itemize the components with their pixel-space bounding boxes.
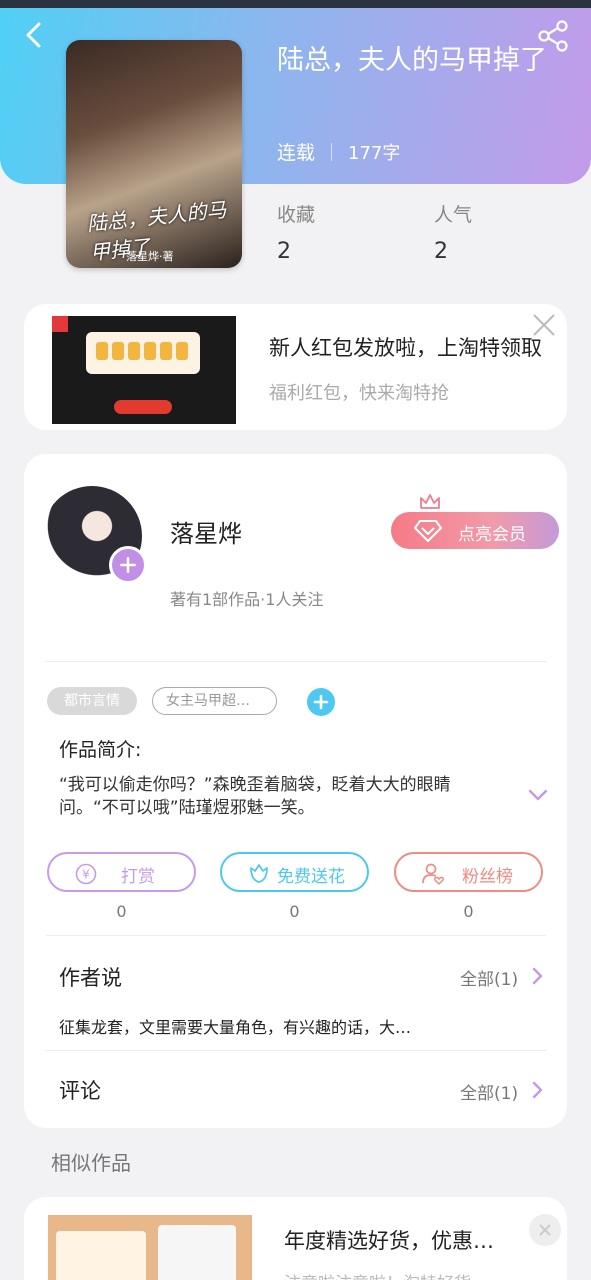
stat-label: 收藏 [277, 204, 316, 226]
author-says-text[interactable]: 征集龙套，文里需要大量角色，有兴趣的话，大… [59, 1014, 459, 1038]
ad-app-icon [52, 316, 68, 332]
similar-works-title: 相似作品 [51, 1151, 131, 1175]
stat-value: 2 [434, 239, 448, 264]
cover-author: 落星烨·著 [126, 250, 174, 263]
flower-count: 0 [289, 902, 300, 921]
ad2-product-box [158, 1225, 236, 1280]
svg-text:¥: ¥ [82, 868, 90, 882]
book-meta: 连载 177字 [277, 138, 400, 165]
yuan-coin-icon: ¥ [75, 863, 97, 885]
author-name[interactable]: 落星烨 [170, 514, 242, 549]
back-arrow-icon[interactable] [20, 20, 50, 50]
fan-ranking-label: 粉丝榜 [462, 867, 513, 887]
stat-favorites: 收藏 2 [277, 200, 315, 264]
close-icon[interactable] [529, 1214, 561, 1246]
book-cover[interactable]: 陆总，夫人的马甲掉了 落星烨·著 [66, 40, 242, 268]
tag-keyword[interactable]: 女主马甲超… [152, 687, 277, 715]
stat-popularity: 人气 2 [434, 200, 472, 264]
ad-image [52, 316, 236, 424]
close-icon[interactable] [531, 312, 557, 338]
fan-count: 0 [463, 902, 474, 921]
ad2-subtitle: 注意啦注意啦！淘特好货 [284, 1269, 471, 1280]
chevron-right-icon[interactable] [531, 967, 543, 985]
vip-button-label: 点亮会员 [458, 525, 526, 545]
book-status: 连载 [277, 142, 316, 164]
author-says-title: 作者说 [59, 966, 122, 990]
intro-label: 作品简介: [59, 739, 142, 761]
flower-icon [250, 864, 268, 883]
status-bar [0, 0, 591, 8]
chevron-right-icon[interactable] [531, 1081, 543, 1099]
meta-separator [331, 142, 333, 161]
follow-plus-icon[interactable] [109, 546, 147, 584]
intro-text: “我可以偷走你吗？”森晚歪着脑袋，眨着大大的眼睛问。“不可以哦”陆瑾煜邪魅一笑。 [59, 775, 451, 818]
send-flower-label: 免费送花 [277, 867, 345, 887]
stat-label: 人气 [434, 204, 473, 226]
ad-coin-panel [86, 332, 200, 374]
fan-ranking-button[interactable]: 粉丝榜 [394, 852, 543, 892]
word-count: 177字 [348, 142, 401, 164]
ad-banner-2[interactable]: 年度精选好货，优惠… 注意啦注意啦！淘特好货 [24, 1197, 567, 1280]
ad-subtitle: 福利红包，快来淘特抢 [269, 383, 449, 404]
ad-title: 新人红包发放啦，上淘特领取 [269, 336, 542, 360]
reward-button[interactable]: ¥ 打赏 [47, 852, 196, 892]
ad-download-button [114, 400, 172, 414]
divider [46, 935, 546, 936]
ad2-product-box [56, 1231, 146, 1280]
author-says-all-link[interactable]: 全部(1) [460, 965, 518, 990]
crown-icon [420, 494, 440, 509]
reward-count: 0 [116, 902, 127, 921]
fan-user-icon [422, 863, 445, 886]
comments-title: 评论 [59, 1079, 101, 1103]
add-tag-plus-icon[interactable] [307, 688, 335, 716]
vip-button[interactable]: 点亮会员 [391, 512, 559, 549]
divider [46, 1050, 546, 1051]
tag-genre[interactable]: 都市言情 [47, 687, 137, 715]
send-flower-button[interactable]: 免费送花 [220, 852, 369, 892]
ad-banner[interactable]: 新人红包发放啦，上淘特领取 福利红包，快来淘特抢 [24, 304, 567, 430]
book-detail-card: 落星烨 著有1部作品·1人关注 点亮会员 都市言情 女主马甲超… 作品简介: “… [24, 454, 567, 1128]
ad2-image [48, 1215, 252, 1280]
reward-label: 打赏 [121, 867, 155, 887]
book-title: 陆总，夫人的马甲掉了 [277, 45, 547, 76]
stat-value: 2 [277, 239, 291, 264]
divider [46, 661, 546, 662]
chevron-down-icon[interactable] [527, 788, 549, 802]
ad2-title: 年度精选好货，优惠… [284, 1229, 494, 1253]
author-meta: 著有1部作品·1人关注 [170, 590, 324, 609]
comments-all-link[interactable]: 全部(1) [460, 1079, 518, 1104]
diamond-icon [414, 520, 442, 542]
